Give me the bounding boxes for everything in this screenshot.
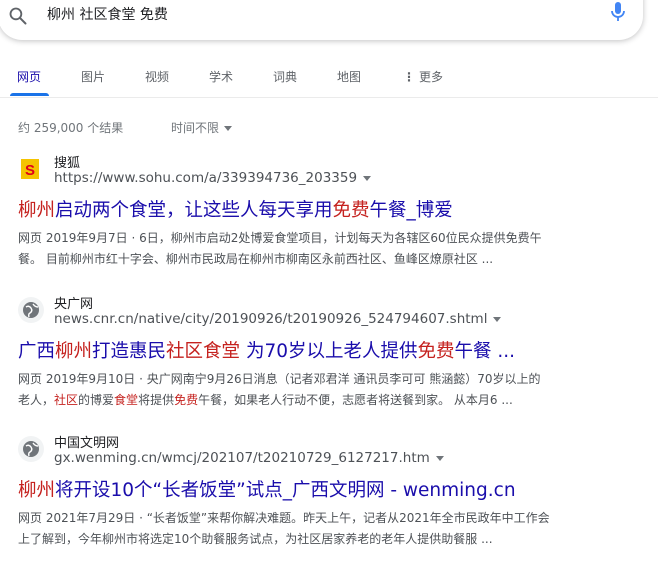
caret-down-icon [224, 126, 233, 131]
snippet-line-2: 餐。 目前柳州市红十字会、柳州市民政局在柳州市柳南区永前西社区、鱼峰区燎原社区 … [18, 249, 638, 270]
highlighted-term: 食堂 [114, 393, 139, 407]
highlighted-term: 免费 [332, 200, 370, 221]
caret-down-icon[interactable] [363, 175, 372, 181]
text-run: 的博爱 [78, 393, 115, 407]
text-run: 广西 [18, 341, 56, 362]
text-run: 为70岁以上老人提供 [240, 341, 418, 362]
highlighted-term: 社区食堂 [166, 341, 241, 362]
text-run: 网页 2019年9月7日 · 6日，柳州市启动2处博爱食堂项目，计划每天为各辖区… [18, 231, 542, 245]
text-run: 午餐_博爱 [369, 200, 453, 221]
microphone-icon[interactable] [610, 1, 626, 23]
result-site-name: 搜狐 [54, 156, 81, 171]
text-run: 启动两个食堂，让这些人每天享用 [55, 200, 333, 221]
snippet-line-2: 老人，社区的博爱食堂将提供免费午餐，如果老人行动不便，志愿者将送餐到家。 从本月… [18, 390, 638, 411]
result-site-name: 中国文明网 [54, 436, 120, 451]
result-title-link[interactable]: 柳州将开设10个“长者饭堂”试点_广西文明网 - wenming.cn [18, 476, 516, 502]
result-snippet: 网页 2019年9月10日 · 央广网南宁9月26日消息（记者邓君洋 通讯员李可… [18, 369, 638, 411]
text-run: 餐。 目前柳州市红十字会、柳州市民政局在柳州市柳南区永前西社区、鱼峰区燎原社区 … [18, 252, 494, 266]
result-url[interactable]: https://www.sohu.com/a/339394736_203359 [54, 170, 372, 186]
result-count: 约 259,000 个结果 [18, 121, 124, 135]
highlighted-term: 免费 [174, 393, 199, 407]
globe-icon [18, 436, 44, 462]
sohu-favicon-icon: S [18, 156, 44, 182]
snippet-line-2: 上了解到，今年柳州市将选定10个助餐服务试点，为社区居家养老的老年人提供助餐服 … [18, 529, 638, 550]
result-site-name: 央广网 [54, 297, 94, 312]
result-url-text: gx.wenming.cn/wmcj/202107/t20210729_6127… [54, 450, 430, 466]
text-run: 午餐 ... [454, 341, 516, 362]
text-run: 打造惠民 [92, 341, 167, 362]
result-title-link[interactable]: 柳州启动两个食堂，让这些人每天享用免费午餐_博爱 [18, 196, 453, 222]
text-run: 上了解到，今年柳州市将选定10个助餐服务试点，为社区居家养老的老年人提供助餐服 … [18, 532, 493, 546]
time-filter-label: 时间不限 [171, 121, 220, 135]
result-url-text: news.cnr.cn/native/city/20190926/t201909… [54, 311, 488, 327]
tab-dictionary[interactable]: 词典 [273, 68, 297, 85]
tab-videos[interactable]: 视频 [145, 68, 169, 85]
text-run: 老人， [18, 393, 55, 407]
highlighted-term: 社区 [54, 393, 79, 407]
result-snippet: 网页 2021年7月29日 · “长者饭堂”来帮你解决难题。昨天上午，记者从20… [18, 508, 638, 550]
tab-images[interactable]: 图片 [81, 68, 105, 85]
caret-down-icon[interactable] [493, 316, 502, 322]
snippet-line-1: 网页 2019年9月7日 · 6日，柳州市启动2处博爱食堂项目，计划每天为各辖区… [18, 228, 638, 249]
svg-text:S: S [25, 162, 35, 179]
globe-icon [18, 297, 44, 323]
snippet-line-1: 网页 2021年7月29日 · “长者饭堂”来帮你解决难题。昨天上午，记者从20… [18, 508, 638, 529]
tab-academic[interactable]: 学术 [209, 68, 233, 85]
search-tabs: 网页 图片 视频 学术 词典 地图 ⋮ 更多 [0, 60, 658, 98]
tab-web[interactable]: 网页 [17, 68, 41, 85]
result-url-text: https://www.sohu.com/a/339394736_203359 [54, 170, 358, 186]
result-title-link[interactable]: 广西柳州打造惠民社区食堂 为70岁以上老人提供免费午餐 ... [18, 337, 515, 363]
highlighted-term: 柳州 [18, 200, 56, 221]
text-run: 网页 2019年9月10日 · 央广网南宁9月26日消息（记者邓君洋 通讯员李可… [18, 372, 541, 386]
text-run: 网页 2021年7月29日 · “长者饭堂”来帮你解决难题。昨天上午，记者从20… [18, 511, 550, 525]
highlighted-term: 柳州 [18, 480, 56, 501]
tab-more-label: 更多 [419, 70, 444, 84]
search-input[interactable]: 柳州 社区食堂 免费 [47, 4, 168, 24]
text-run: 将提供 [138, 393, 175, 407]
highlighted-term: 柳州 [55, 341, 93, 362]
snippet-line-1: 网页 2019年9月10日 · 央广网南宁9月26日消息（记者邓君洋 通讯员李可… [18, 369, 638, 390]
search-icon[interactable] [8, 6, 28, 26]
text-run: 将开设10个“长者饭堂”试点_广西文明网 - wenming.cn [55, 480, 516, 501]
highlighted-term: 免费 [417, 341, 455, 362]
more-dots-icon: ⋮ [403, 70, 415, 84]
active-tab-indicator [10, 93, 49, 96]
result-snippet: 网页 2019年9月7日 · 6日，柳州市启动2处博爱食堂项目，计划每天为各辖区… [18, 228, 638, 270]
time-filter-dropdown[interactable]: 时间不限 [171, 119, 233, 136]
text-run: 午餐，如果老人行动不便，志愿者将送餐到家。 从本月6 ... [198, 393, 513, 407]
result-url[interactable]: news.cnr.cn/native/city/20190926/t201909… [54, 311, 502, 327]
caret-down-icon[interactable] [435, 455, 444, 461]
tab-maps[interactable]: 地图 [337, 68, 361, 85]
search-bar[interactable]: 柳州 社区食堂 免费 [0, 0, 643, 40]
result-url[interactable]: gx.wenming.cn/wmcj/202107/t20210729_6127… [54, 450, 444, 466]
tab-more[interactable]: ⋮ 更多 [403, 68, 443, 85]
